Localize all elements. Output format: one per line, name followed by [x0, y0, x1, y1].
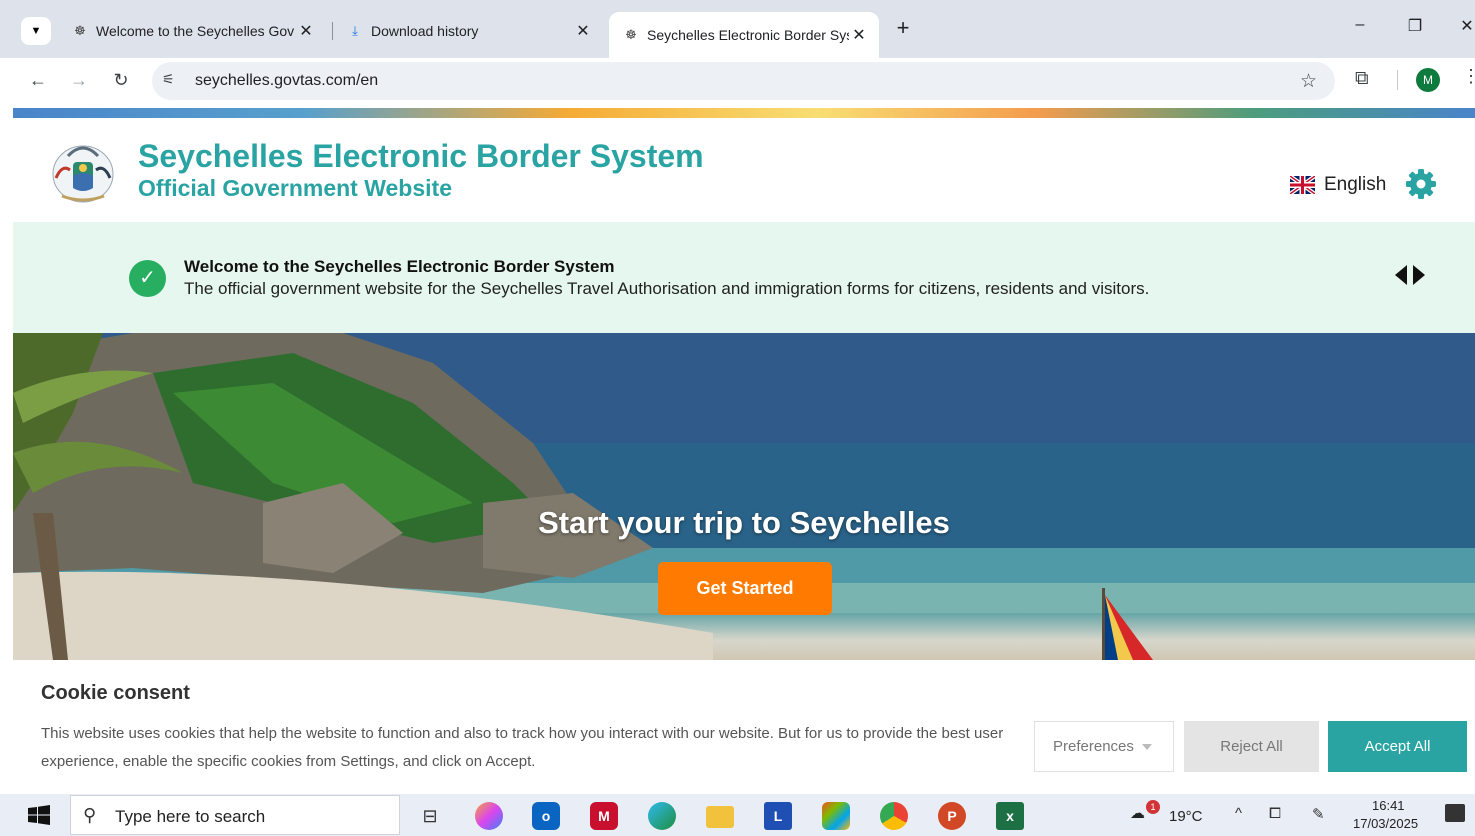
- clock-time[interactable]: 16:41: [1372, 798, 1405, 813]
- chevron-up-icon[interactable]: ^: [1235, 805, 1242, 822]
- back-button[interactable]: ←: [24, 67, 52, 93]
- language-selector[interactable]: English: [1324, 174, 1386, 196]
- mcafee-icon[interactable]: M: [590, 802, 618, 830]
- cookie-title: Cookie consent: [41, 682, 190, 704]
- hero-title: Start your trip to Seychelles: [538, 505, 950, 540]
- copilot-icon[interactable]: [475, 802, 503, 830]
- forward-button[interactable]: →: [65, 67, 93, 93]
- get-started-button[interactable]: Get Started: [658, 562, 832, 615]
- l-app-icon[interactable]: L: [764, 802, 792, 830]
- chevron-down-icon: ▼: [30, 25, 42, 37]
- m365-icon[interactable]: [822, 802, 850, 830]
- site-info-icon[interactable]: ⚟: [162, 71, 175, 88]
- windows-start-icon[interactable]: [28, 805, 50, 825]
- tab-title: Seychelles Electronic Border Sys: [647, 27, 849, 43]
- temperature[interactable]: 19°C: [1169, 808, 1203, 825]
- excel-icon[interactable]: x: [996, 802, 1024, 830]
- weather-alert-badge: 1: [1146, 800, 1160, 814]
- preferences-button[interactable]: Preferences: [1034, 721, 1174, 772]
- banner-next-arrow-icon[interactable]: [1413, 265, 1425, 285]
- browser-toolbar: ← → ↻ ⚟ seychelles.govtas.com/en ☆ ⧉ M ⋮: [0, 58, 1475, 102]
- search-placeholder: Type here to search: [115, 807, 266, 826]
- uk-flag-icon[interactable]: [1290, 176, 1315, 194]
- reject-all-button[interactable]: Reject All: [1184, 721, 1319, 772]
- outlook-icon[interactable]: o: [532, 802, 560, 830]
- notification-icon[interactable]: [1445, 804, 1465, 822]
- preferences-label: Preferences: [1053, 738, 1134, 755]
- download-icon: ⤓: [352, 23, 358, 38]
- address-bar[interactable]: ⚟ seychelles.govtas.com/en ☆: [152, 62, 1335, 100]
- taskbar-search-box[interactable]: ⚲ Type here to search: [70, 795, 400, 835]
- close-icon[interactable]: ✕: [849, 25, 869, 45]
- gear-icon[interactable]: [1405, 168, 1437, 200]
- reload-button[interactable]: ↻: [107, 67, 135, 93]
- seychelles-coat-of-arms-logo[interactable]: [48, 134, 118, 206]
- banner-title: Welcome to the Seychelles Electronic Bor…: [184, 257, 615, 276]
- tab-download-history[interactable]: ⤓ Download history ✕: [333, 12, 603, 50]
- site-header: Seychelles Electronic Border System Offi…: [13, 118, 1475, 222]
- url-text[interactable]: seychelles.govtas.com/en: [195, 72, 378, 90]
- chevron-down-icon: [1141, 744, 1152, 751]
- banner-prev-arrow-icon[interactable]: [1395, 265, 1407, 285]
- cookie-consent-panel: Cookie consent This website uses cookies…: [13, 660, 1475, 794]
- site-title: Seychelles Electronic Border System: [138, 138, 704, 174]
- hero-section: Start your trip to Seychelles Get Starte…: [13, 333, 1475, 660]
- extensions-icon[interactable]: ⧉: [1355, 68, 1369, 90]
- clock-date[interactable]: 17/03/2025: [1353, 816, 1418, 831]
- arrow-left-icon: ←: [29, 70, 47, 90]
- windows-taskbar: ⚲ Type here to search ⊟ o M L P x ☁ 1 19…: [0, 794, 1475, 836]
- restore-button[interactable]: ❐: [1400, 16, 1430, 42]
- toolbar-divider: [1397, 70, 1398, 90]
- tab-border-system[interactable]: ☸ Seychelles Electronic Border Sys ✕: [609, 12, 879, 58]
- browser-tab-bar: ▼ ☸ Welcome to the Seychelles Gov ✕ ⤓ Do…: [0, 0, 1475, 58]
- arrow-right-icon: →: [70, 70, 88, 90]
- web-page: Seychelles Electronic Border System Offi…: [13, 102, 1475, 794]
- edge-icon[interactable]: [648, 802, 676, 830]
- weather-cloud-icon[interactable]: ☁: [1130, 804, 1145, 822]
- minimize-button[interactable]: –: [1345, 16, 1375, 42]
- reload-icon: ↻: [113, 70, 129, 90]
- more-menu-icon[interactable]: ⋮: [1462, 66, 1475, 87]
- close-icon[interactable]: ✕: [296, 21, 316, 41]
- file-explorer-icon[interactable]: [706, 806, 734, 828]
- tab-title: Welcome to the Seychelles Gov: [96, 23, 295, 39]
- task-view-icon[interactable]: ⊟: [416, 802, 444, 830]
- accept-all-button[interactable]: Accept All: [1328, 721, 1467, 772]
- tab-welcome[interactable]: ☸ Welcome to the Seychelles Gov ✕: [58, 12, 326, 50]
- site-subtitle: Official Government Website: [138, 175, 452, 201]
- welcome-banner: ✓ Welcome to the Seychelles Electronic B…: [13, 222, 1475, 333]
- decorative-top-stripe: [13, 108, 1475, 118]
- cookie-text: This website uses cookies that help the …: [41, 725, 1004, 770]
- tab-title: Download history: [371, 23, 479, 39]
- pen-icon[interactable]: ✎: [1312, 805, 1325, 823]
- close-window-button[interactable]: ✕: [1452, 16, 1475, 42]
- seychelles-crest-icon: ☸: [74, 23, 86, 38]
- banner-text: The official government website for the …: [184, 279, 1150, 298]
- close-icon[interactable]: ✕: [573, 21, 593, 41]
- seychelles-crest-icon: ☸: [625, 27, 637, 42]
- chrome-icon[interactable]: [880, 802, 908, 830]
- search-icon: ⚲: [83, 805, 97, 825]
- new-tab-button[interactable]: +: [891, 16, 915, 42]
- powerpoint-icon[interactable]: P: [938, 802, 966, 830]
- tab-search-button[interactable]: ▼: [21, 17, 51, 45]
- check-circle-icon: ✓: [129, 260, 166, 297]
- display-icon[interactable]: ⧠: [1269, 805, 1281, 822]
- profile-avatar[interactable]: M: [1416, 68, 1440, 92]
- bookmark-star-icon[interactable]: ☆: [1300, 70, 1317, 93]
